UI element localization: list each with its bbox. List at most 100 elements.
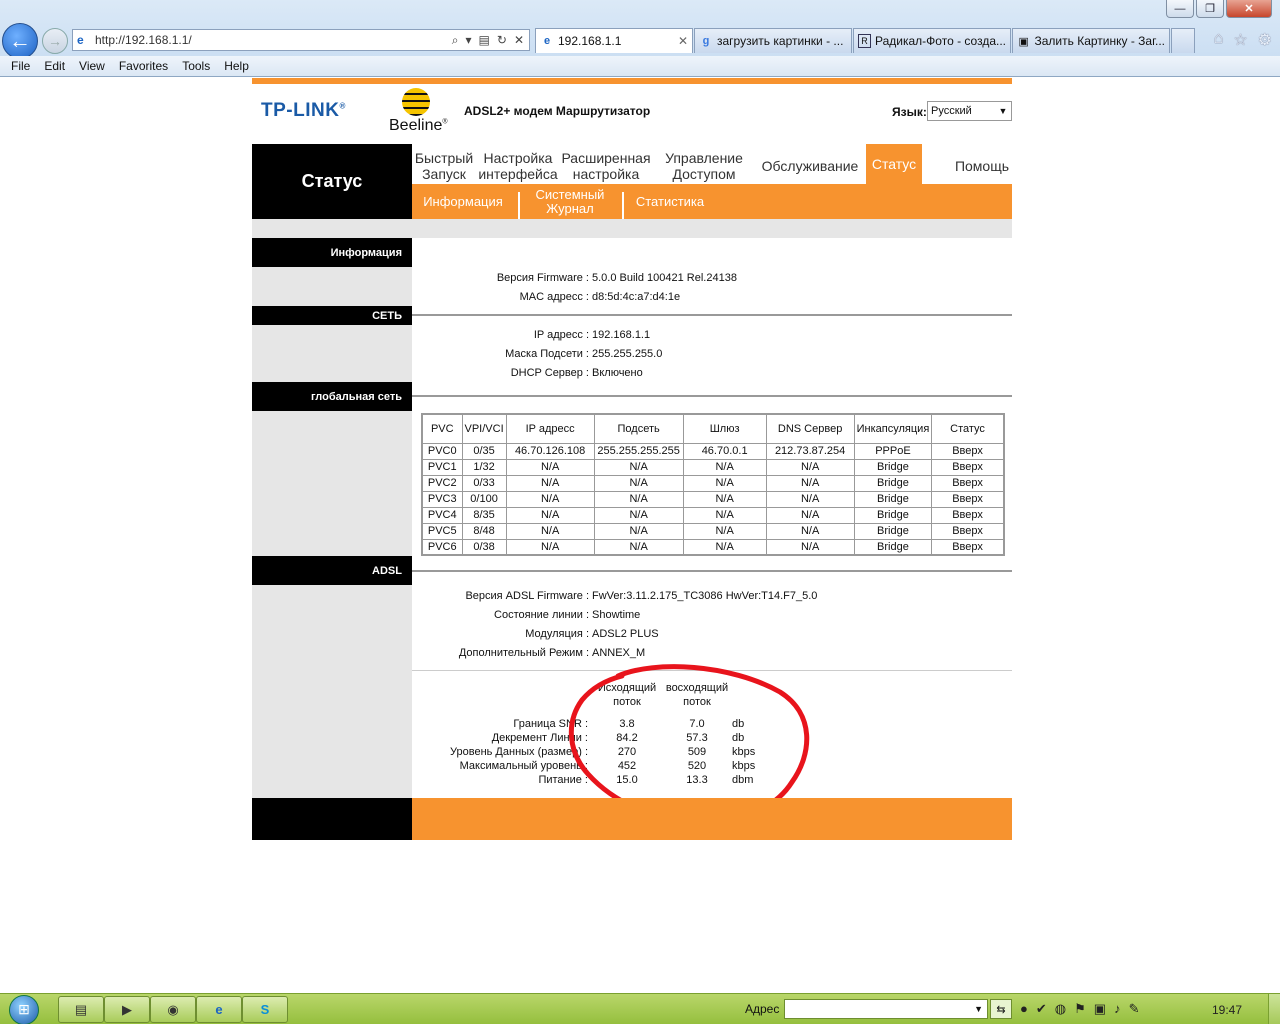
menu-help[interactable]: Help	[217, 59, 256, 73]
nav-maintenance[interactable]: Обслуживание	[758, 148, 862, 184]
tray-display-icon[interactable]: ▣	[1094, 1001, 1106, 1017]
start-button[interactable]: ⊞	[4, 994, 44, 1024]
dropdown-icon[interactable]: ▾	[466, 33, 472, 48]
menu-tools[interactable]: Tools	[175, 59, 217, 73]
close-tab-icon[interactable]: ✕	[678, 34, 688, 48]
home-icon[interactable]: ⌂	[1214, 30, 1224, 50]
nav-status[interactable]: Статус	[866, 144, 922, 184]
subnav-info[interactable]: Информация	[420, 184, 506, 219]
cell-subnet: N/A	[593, 474, 684, 492]
browser-tab[interactable]: R Радикал-Фото - созда...	[853, 28, 1011, 53]
adsl-stats: Исходящий поток восходящий поток Граница…	[412, 680, 1012, 786]
modulation-row: Модуляция : ADSL2 PLUS	[412, 624, 1012, 643]
tools-gear-icon[interactable]: ⚙	[1258, 30, 1272, 50]
app-taskbar-button[interactable]: ◉	[150, 996, 196, 1023]
cell-pvc: PVC0	[421, 442, 463, 460]
cell-gateway: N/A	[682, 474, 767, 492]
nav-advanced-setup[interactable]: Расширенная настройка	[560, 148, 652, 184]
tray-check-icon[interactable]: ✔	[1036, 1001, 1047, 1017]
cell-vpi-vci: 0/100	[461, 490, 507, 508]
menu-favorites[interactable]: Favorites	[112, 59, 175, 73]
cell-pvc: PVC5	[421, 522, 463, 540]
stat-downstream-value: 84.2	[616, 732, 638, 744]
stat-upstream-value: 57.3	[686, 732, 708, 744]
cell-pvc: PVC6	[421, 538, 463, 556]
close-window-button[interactable]: ✕	[1226, 0, 1272, 18]
section-label-info: Информация	[252, 238, 412, 267]
browser-tab[interactable]: g загрузить картинки - ...	[694, 28, 852, 53]
stat-unit: kbps	[732, 746, 756, 758]
address-url[interactable]: http://192.168.1.1/	[95, 33, 452, 47]
taskbar-go-button[interactable]: ⇆	[990, 999, 1012, 1019]
section-title: Статус	[252, 144, 412, 219]
show-desktop-button[interactable]	[1268, 994, 1280, 1024]
nav-interface-setup[interactable]: Настройка интерфейса	[476, 148, 560, 184]
explorer-taskbar-button[interactable]: ▤	[58, 996, 104, 1023]
table-row: PVC3 0/100 N/A N/A N/A N/A Bridge Вверх	[421, 490, 1005, 508]
nav-access-management[interactable]: Управление Доступом	[660, 148, 748, 184]
cell-ip: N/A	[505, 490, 595, 508]
sub-nav: Информация Системный Журнал Статистика	[412, 184, 1012, 220]
language-select[interactable]: Русский ▼	[927, 101, 1012, 121]
model-title: ADSL2+ модем Маршрутизатор	[464, 104, 651, 118]
taskbar-address-input[interactable]: ▼	[784, 999, 988, 1019]
browser-tab[interactable]: e 192.168.1.1 ✕	[535, 28, 693, 53]
chevron-down-icon[interactable]: ▼	[974, 1004, 983, 1014]
tray-app-icon[interactable]: ●	[1020, 1001, 1028, 1017]
search-icon[interactable]: ⌕	[452, 33, 459, 48]
subnav-statistics[interactable]: Статистика	[632, 184, 708, 219]
stop-icon[interactable]: ✕	[514, 33, 524, 48]
firmware-key: Версия Firmware :	[496, 271, 589, 284]
menu-file[interactable]: File	[4, 59, 37, 73]
modulation-value: ADSL2 PLUS	[592, 627, 659, 640]
cell-dns: N/A	[765, 522, 855, 540]
divider	[412, 670, 1012, 671]
footer-bar	[412, 798, 1012, 840]
favorites-star-icon[interactable]: ☆	[1233, 30, 1247, 50]
maximize-button[interactable]: ❐	[1196, 0, 1224, 18]
table-row: PVC5 8/48 N/A N/A N/A N/A Bridge Вверх	[421, 522, 1005, 540]
forward-button[interactable]: →	[42, 28, 68, 54]
windows-logo-icon: ⊞	[9, 994, 39, 1024]
router-header: TP-LINK® Beeline® ADSL2+ модем Маршрутиз…	[252, 84, 1012, 144]
column-header: Шлюз	[682, 413, 767, 444]
cell-status: Вверх	[931, 522, 1005, 540]
subnav-system-log[interactable]: Системный Журнал	[532, 184, 608, 219]
volume-icon[interactable]: ♪	[1114, 1001, 1121, 1017]
tray-tool-icon[interactable]: ✎	[1129, 1001, 1140, 1017]
clock[interactable]: 19:47	[1212, 1003, 1242, 1017]
nav-quick-start[interactable]: Быстрый Запуск	[412, 148, 476, 184]
menu-view[interactable]: View	[72, 59, 112, 73]
lan-ip-value: 192.168.1.1	[592, 328, 651, 341]
tray-flag-icon[interactable]: ⚑	[1074, 1001, 1086, 1017]
cell-pvc: PVC4	[421, 506, 463, 524]
menu-edit[interactable]: Edit	[37, 59, 72, 73]
go-arrow-icon: ⇆	[996, 1003, 1006, 1016]
stat-unit: db	[732, 718, 745, 730]
nav-help[interactable]: Помощь	[952, 148, 1012, 184]
tray-network-icon[interactable]: ◍	[1055, 1001, 1066, 1017]
minimize-button[interactable]: —	[1166, 0, 1194, 18]
cell-gateway: N/A	[682, 506, 767, 524]
refresh-icon[interactable]: ↻	[497, 33, 507, 48]
media-player-taskbar-button[interactable]: ▶	[104, 996, 150, 1023]
folder-icon: ▤	[74, 1001, 88, 1017]
lan-mask-value: 255.255.255.0	[592, 347, 663, 360]
skype-taskbar-button[interactable]: S	[242, 996, 288, 1023]
stat-unit: db	[732, 732, 745, 744]
adsl-fw-row: Версия ADSL Firmware : FwVer:3.11.2.175_…	[412, 586, 1012, 605]
address-bar[interactable]: e http://192.168.1.1/ ⌕ ▾ ▤ ↻ ✕	[72, 29, 530, 51]
cell-vpi-vci: 0/33	[461, 474, 507, 492]
subnav-divider	[518, 192, 520, 220]
new-tab-button[interactable]	[1171, 28, 1195, 53]
dhcp-row: DHCP Сервер : Включено	[412, 363, 1012, 382]
ie-taskbar-button[interactable]: e	[196, 996, 242, 1023]
menu-bar: File Edit View Favorites Tools Help	[0, 56, 1280, 76]
beeline-logo: Beeline®	[389, 117, 448, 134]
browser-tab[interactable]: ▣ Залить Картинку - Заг...	[1012, 28, 1170, 53]
dhcp-value: Включено	[592, 366, 643, 379]
stat-upstream-value: 7.0	[689, 718, 705, 730]
compat-view-icon[interactable]: ▤	[479, 33, 490, 48]
back-button[interactable]: ←	[2, 23, 38, 59]
table-row: PVC6 0/38 N/A N/A N/A N/A Bridge Вверх	[421, 538, 1005, 556]
